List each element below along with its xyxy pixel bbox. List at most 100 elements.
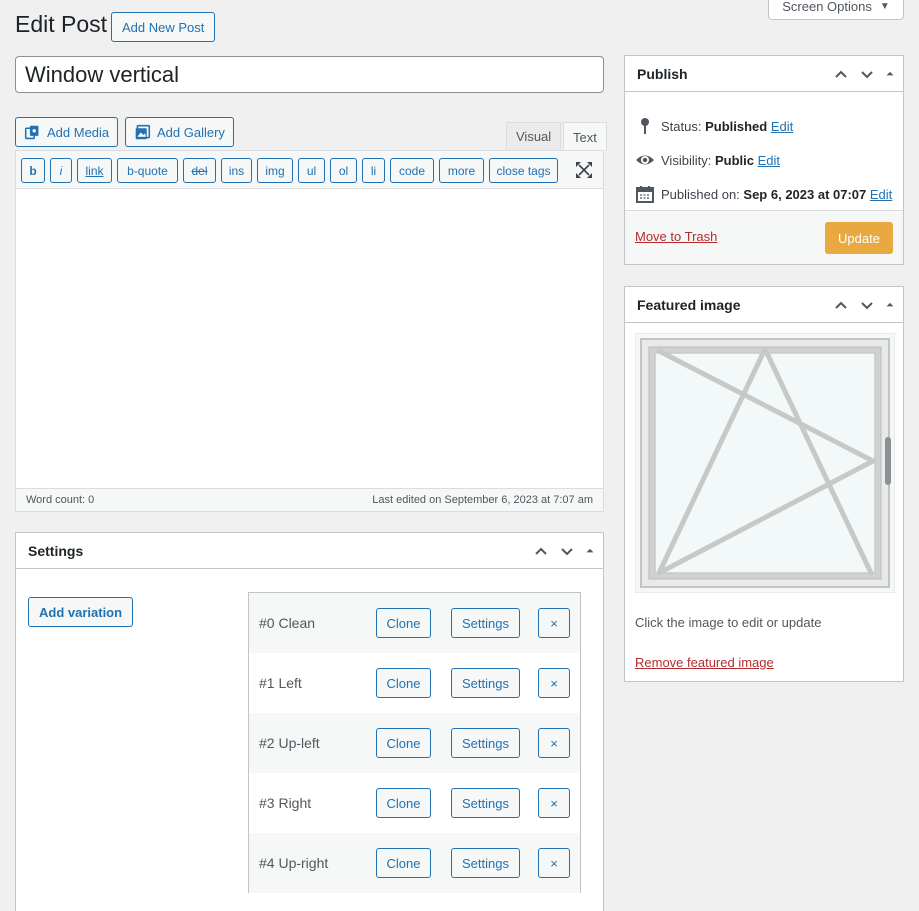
clone-button[interactable]: Clone: [376, 848, 431, 878]
post-title-input[interactable]: Window vertical: [15, 56, 604, 93]
chevron-down-icon[interactable]: [857, 295, 877, 315]
published-on-row: Published on: Sep 6, 2023 at 07:07 Edit: [635, 184, 892, 204]
featured-image-metabox: Featured image Click the image to edit o…: [624, 286, 904, 682]
variation-label: #3 Right: [259, 795, 312, 811]
visibility-row: Visibility: Public Edit: [635, 150, 780, 170]
published-label: Published on:: [661, 186, 740, 202]
text-editor: b i link b-quote del ins img ul ol li co…: [15, 150, 604, 512]
variation-row: #1 Left Clone Settings ×: [249, 653, 580, 713]
quicktags-toolbar: b i link b-quote del ins img ul ol li co…: [16, 151, 603, 189]
gallery-icon: [135, 124, 151, 139]
screen-options-label: Screen Options: [782, 0, 872, 14]
variation-settings-button[interactable]: Settings: [451, 788, 520, 818]
update-button[interactable]: Update: [825, 222, 893, 254]
eye-icon: [636, 155, 654, 165]
add-media-button[interactable]: Add Media: [15, 117, 119, 147]
triangle-down-icon: ▼: [879, 1, 890, 12]
toggle-panel-icon[interactable]: [583, 541, 597, 561]
last-edited: Last edited on September 6, 2023 at 7:07…: [372, 494, 593, 506]
quicktag-link-button[interactable]: link: [77, 158, 112, 183]
variation-settings-button[interactable]: Settings: [451, 668, 520, 698]
status-row: Status: Published Edit: [635, 116, 793, 136]
variation-row: #0 Clean Clone Settings ×: [249, 593, 580, 653]
status-label: Status:: [661, 118, 702, 134]
variation-row: #4 Up-right Clone Settings ×: [249, 833, 580, 893]
featured-image-header: Featured image: [625, 287, 903, 323]
publish-title: Publish: [637, 65, 688, 82]
publish-metabox: Publish Status: Published Edit Visibilit…: [624, 55, 904, 265]
quicktag-italic-button[interactable]: i: [50, 158, 72, 183]
toggle-panel-icon[interactable]: [883, 64, 897, 84]
settings-title: Settings: [28, 542, 84, 559]
published-value: Sep 6, 2023 at 07:07: [743, 186, 867, 202]
chevron-down-icon[interactable]: [857, 64, 877, 84]
settings-header: Settings: [16, 533, 603, 569]
quicktag-ol-button[interactable]: ol: [330, 158, 357, 183]
settings-metabox: Settings Add variation #0 Clean Clone Se…: [15, 532, 604, 911]
chevron-down-icon[interactable]: [557, 541, 577, 561]
visibility-label: Visibility:: [661, 152, 712, 168]
add-media-label: Add Media: [47, 124, 110, 140]
remove-featured-image-link[interactable]: Remove featured image: [635, 655, 774, 670]
quicktag-blockquote-button[interactable]: b-quote: [117, 158, 178, 183]
quicktag-code-button[interactable]: code: [390, 158, 434, 183]
quicktag-ul-button[interactable]: ul: [298, 158, 325, 183]
chevron-up-icon[interactable]: [531, 541, 551, 561]
featured-image-title: Featured image: [637, 296, 741, 313]
clone-button[interactable]: Clone: [376, 788, 431, 818]
clone-button[interactable]: Clone: [376, 728, 431, 758]
quicktag-img-button[interactable]: img: [257, 158, 293, 183]
add-variation-button[interactable]: Add variation: [28, 597, 134, 627]
quicktag-li-button[interactable]: li: [362, 158, 385, 183]
screen-options-button[interactable]: Screen Options ▼: [768, 0, 904, 20]
page-title: Edit Post: [15, 11, 108, 37]
quicktag-close-tags-button[interactable]: close tags: [489, 158, 558, 183]
status-value: Published: [705, 118, 768, 134]
add-new-post-button[interactable]: Add New Post: [111, 12, 216, 42]
featured-image-hint: Click the image to edit or update: [635, 615, 822, 630]
edit-visibility-link[interactable]: Edit: [758, 153, 780, 168]
variation-label: #2 Up-left: [259, 735, 320, 751]
variation-list: #0 Clean Clone Settings × #1 Left Clone …: [248, 592, 581, 893]
quicktag-more-button[interactable]: more: [439, 158, 484, 183]
move-to-trash-link[interactable]: Move to Trash: [635, 229, 717, 244]
featured-image-thumbnail[interactable]: [635, 333, 895, 593]
visibility-value: Public: [714, 152, 754, 168]
remove-variation-button[interactable]: ×: [538, 728, 570, 758]
variation-row: #2 Up-left Clone Settings ×: [249, 713, 580, 773]
publish-header: Publish: [625, 56, 903, 92]
add-gallery-button[interactable]: Add Gallery: [125, 117, 234, 147]
variation-label: #1 Left: [259, 675, 302, 691]
editor-status-bar: Word count: 0 Last edited on September 6…: [16, 488, 603, 511]
variation-settings-button[interactable]: Settings: [451, 848, 520, 878]
calendar-icon: [636, 186, 654, 203]
quicktag-del-button[interactable]: del: [183, 158, 216, 183]
tab-text[interactable]: Text: [563, 122, 607, 151]
remove-variation-button[interactable]: ×: [538, 788, 570, 818]
edit-date-link[interactable]: Edit: [870, 187, 892, 202]
remove-variation-button[interactable]: ×: [538, 848, 570, 878]
add-gallery-label: Add Gallery: [157, 124, 225, 140]
quicktag-bold-button[interactable]: b: [21, 158, 45, 183]
fullscreen-icon[interactable]: [575, 161, 593, 179]
word-count: Word count: 0: [26, 494, 95, 506]
tab-visual[interactable]: Visual: [506, 122, 562, 150]
variation-settings-button[interactable]: Settings: [451, 608, 520, 638]
chevron-up-icon[interactable]: [831, 295, 851, 315]
edit-status-link[interactable]: Edit: [771, 119, 793, 134]
chevron-up-icon[interactable]: [831, 64, 851, 84]
pin-icon: [641, 118, 649, 134]
publish-actions: Move to Trash Update: [625, 210, 903, 264]
clone-button[interactable]: Clone: [376, 668, 431, 698]
toggle-panel-icon[interactable]: [883, 295, 897, 315]
remove-variation-button[interactable]: ×: [538, 608, 570, 638]
variation-label: #0 Clean: [259, 615, 316, 631]
clone-button[interactable]: Clone: [376, 608, 431, 638]
media-icon: [24, 125, 39, 139]
variation-row: #3 Right Clone Settings ×: [249, 773, 580, 833]
quicktag-ins-button[interactable]: ins: [221, 158, 252, 183]
editor-content-area[interactable]: [16, 189, 603, 489]
remove-variation-button[interactable]: ×: [538, 668, 570, 698]
variation-settings-button[interactable]: Settings: [451, 728, 520, 758]
variation-label: #4 Up-right: [259, 855, 329, 871]
